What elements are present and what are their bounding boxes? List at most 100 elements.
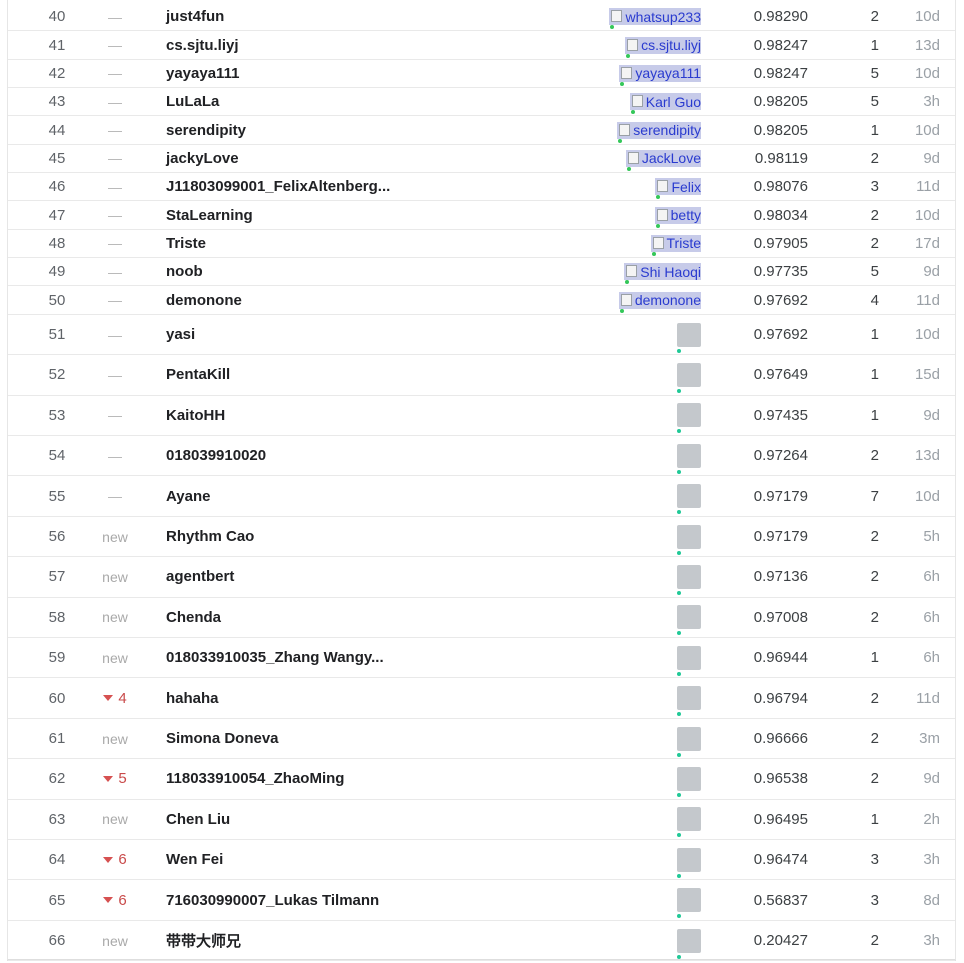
member-avatar[interactable]: [677, 726, 701, 757]
team-name-link[interactable]: PentaKill: [166, 355, 606, 394]
team-members-cell: [598, 396, 701, 435]
leaderboard-row[interactable]: 49— noob Shi Haoqi 0.97735 5 9d: [8, 258, 955, 287]
entries-count: 1: [870, 406, 879, 424]
team-name-link[interactable]: yayaya111: [166, 60, 606, 87]
rank-change: new: [102, 811, 128, 828]
member-avatar[interactable]: [677, 403, 701, 434]
team-name-link[interactable]: Simona Doneva: [166, 719, 606, 758]
team-name-link[interactable]: just4fun: [166, 3, 606, 30]
member-avatar[interactable]: [677, 362, 701, 393]
member-avatar[interactable]: [677, 888, 701, 919]
team-name-link[interactable]: jackyLove: [166, 145, 606, 172]
score-value: 0.56837: [753, 891, 808, 909]
rank-change: —: [108, 407, 122, 424]
leaderboard-row[interactable]: 61 new Simona Doneva 0.96666 2 3m: [8, 719, 955, 760]
team-name-link[interactable]: hahaha: [166, 678, 606, 717]
last-submission-time: 13d: [914, 447, 940, 465]
team-name-link[interactable]: 716030990007_Lukas Tilmann: [166, 880, 606, 919]
team-name-link[interactable]: noob: [166, 258, 606, 285]
member-avatar-broken-image[interactable]: yayaya111: [619, 64, 701, 86]
leaderboard-row[interactable]: 46— J11803099001_FelixAltenberg... Felix 0.…: [8, 173, 955, 202]
entries-count: 2: [870, 234, 879, 252]
team-name-link[interactable]: 118033910054_ZhaoMing: [166, 759, 606, 798]
member-avatar[interactable]: [677, 564, 701, 595]
team-name-link[interactable]: cs.sjtu.liyj: [166, 31, 606, 58]
member-avatar[interactable]: [677, 322, 701, 353]
team-name-link[interactable]: 018039910020: [166, 436, 606, 475]
team-members-cell: Karl Guo: [598, 88, 701, 115]
last-submission-time: 13d: [914, 36, 940, 54]
leaderboard-row[interactable]: 55— Ayane 0.97179 7 10d: [8, 476, 955, 517]
member-avatar-broken-image[interactable]: whatsup233: [609, 8, 701, 30]
leaderboard-row[interactable]: 66 new 带带大师兄 0.20427 2 3h: [8, 921, 955, 962]
member-avatar[interactable]: [677, 686, 701, 717]
leaderboard-row[interactable]: 47— StaLearning betty 0.98034 2 10d: [8, 201, 955, 230]
team-name-link[interactable]: Chen Liu: [166, 800, 606, 839]
team-name-link[interactable]: agentbert: [166, 557, 606, 596]
entries-count: 5: [870, 263, 879, 281]
leaderboard-row[interactable]: 65 6 716030990007_Lukas Tilmann 0.56837 3 8d: [8, 880, 955, 921]
team-name-link[interactable]: KaitoHH: [166, 396, 606, 435]
member-avatar[interactable]: [677, 645, 701, 676]
team-members-cell: demonone: [598, 287, 701, 314]
member-avatar-broken-image[interactable]: betty: [654, 206, 701, 228]
team-name-link[interactable]: Triste: [166, 230, 606, 257]
team-members-cell: serendipity: [598, 116, 701, 143]
rank-change: new: [102, 730, 128, 747]
member-avatar-broken-image[interactable]: serendipity: [617, 121, 701, 143]
team-name-link[interactable]: Rhythm Cao: [166, 517, 606, 556]
member-avatar[interactable]: [677, 807, 701, 838]
member-avatar-broken-image[interactable]: Shi Haoqi: [624, 263, 701, 285]
member-avatar[interactable]: [677, 524, 701, 555]
member-avatar[interactable]: [677, 443, 701, 474]
leaderboard-row[interactable]: 44— serendipity serendipity 0.98205 1 10d: [8, 116, 955, 145]
team-name-link[interactable]: serendipity: [166, 116, 606, 143]
leaderboard-row[interactable]: 51— yasi 0.97692 1 10d: [8, 315, 955, 356]
leaderboard-row[interactable]: 48— Triste Triste 0.97905 2 17d: [8, 230, 955, 259]
member-avatar[interactable]: [677, 484, 701, 515]
member-avatar[interactable]: [677, 847, 701, 878]
entries-count: 2: [870, 8, 879, 26]
member-avatar-broken-image[interactable]: Felix: [655, 178, 701, 200]
team-name-link[interactable]: 带带大师兄: [166, 921, 606, 960]
leaderboard-row[interactable]: 56 new Rhythm Cao 0.97179 2 5h: [8, 517, 955, 558]
team-name-link[interactable]: J11803099001_FelixAltenberg...: [166, 173, 606, 200]
team-name-link[interactable]: StaLearning: [166, 201, 606, 228]
leaderboard-row[interactable]: 62 5 118033910054_ZhaoMing 0.96538 2 9d: [8, 759, 955, 800]
leaderboard-row[interactable]: 50— demonone demonone 0.97692 4 11d: [8, 287, 955, 315]
leaderboard-row[interactable]: 43— LuLaLa Karl Guo 0.98205 5 3h: [8, 88, 955, 117]
team-members-cell: [598, 840, 701, 879]
member-avatar-broken-image[interactable]: Triste: [650, 234, 701, 256]
team-name-link[interactable]: Wen Fei: [166, 840, 606, 879]
leaderboard-row[interactable]: 42— yayaya111 yayaya111 0.98247 5 10d: [8, 60, 955, 89]
leaderboard-row[interactable]: 45— jackyLove JackLove 0.98119 2 9d: [8, 145, 955, 174]
member-avatar-broken-image[interactable]: demonone: [618, 291, 701, 313]
leaderboard-row[interactable]: 59 new 018033910035_Zhang Wangy... 0.96944 1…: [8, 638, 955, 679]
leaderboard-row[interactable]: 64 6 Wen Fei 0.96474 3 3h: [8, 840, 955, 881]
member-avatar-broken-image[interactable]: cs.sjtu.liyj: [625, 36, 701, 58]
team-name-link[interactable]: LuLaLa: [166, 88, 606, 115]
team-name-link[interactable]: demonone: [166, 287, 606, 314]
leaderboard-row[interactable]: 60 4 hahaha 0.96794 2 11d: [8, 678, 955, 719]
team-name-link[interactable]: Ayane: [166, 476, 606, 515]
leaderboard-row[interactable]: 52— PentaKill 0.97649 1 15d: [8, 355, 955, 396]
entries-count: 2: [870, 730, 879, 748]
team-name-link[interactable]: yasi: [166, 315, 606, 354]
member-avatar[interactable]: [677, 928, 701, 959]
team-members-cell: [598, 759, 701, 798]
team-name-link[interactable]: Chenda: [166, 598, 606, 637]
leaderboard-row[interactable]: 63 new Chen Liu 0.96495 1 2h: [8, 800, 955, 841]
member-avatar[interactable]: [677, 766, 701, 797]
leaderboard-row[interactable]: 57 new agentbert 0.97136 2 6h: [8, 557, 955, 598]
leaderboard-row[interactable]: 40— just4fun whatsup233 0.98290 2 10d: [8, 3, 955, 32]
member-avatar-broken-image[interactable]: Karl Guo: [629, 93, 701, 115]
member-avatar-broken-image[interactable]: JackLove: [625, 149, 701, 171]
leaderboard-row[interactable]: 41— cs.sjtu.liyj cs.sjtu.liyj 0.98247 1 13d: [8, 31, 955, 60]
member-avatar[interactable]: [677, 605, 701, 636]
team-name-link[interactable]: 018033910035_Zhang Wangy...: [166, 638, 606, 677]
leaderboard-row[interactable]: 58 new Chenda 0.97008 2 6h: [8, 598, 955, 639]
leaderboard-row[interactable]: 54—018039910020 0.97264 2 13d: [8, 436, 955, 477]
team-members-cell: [598, 678, 701, 717]
leaderboard-row[interactable]: 53— KaitoHH 0.97435 1 9d: [8, 396, 955, 437]
rank-change: —: [108, 93, 122, 110]
